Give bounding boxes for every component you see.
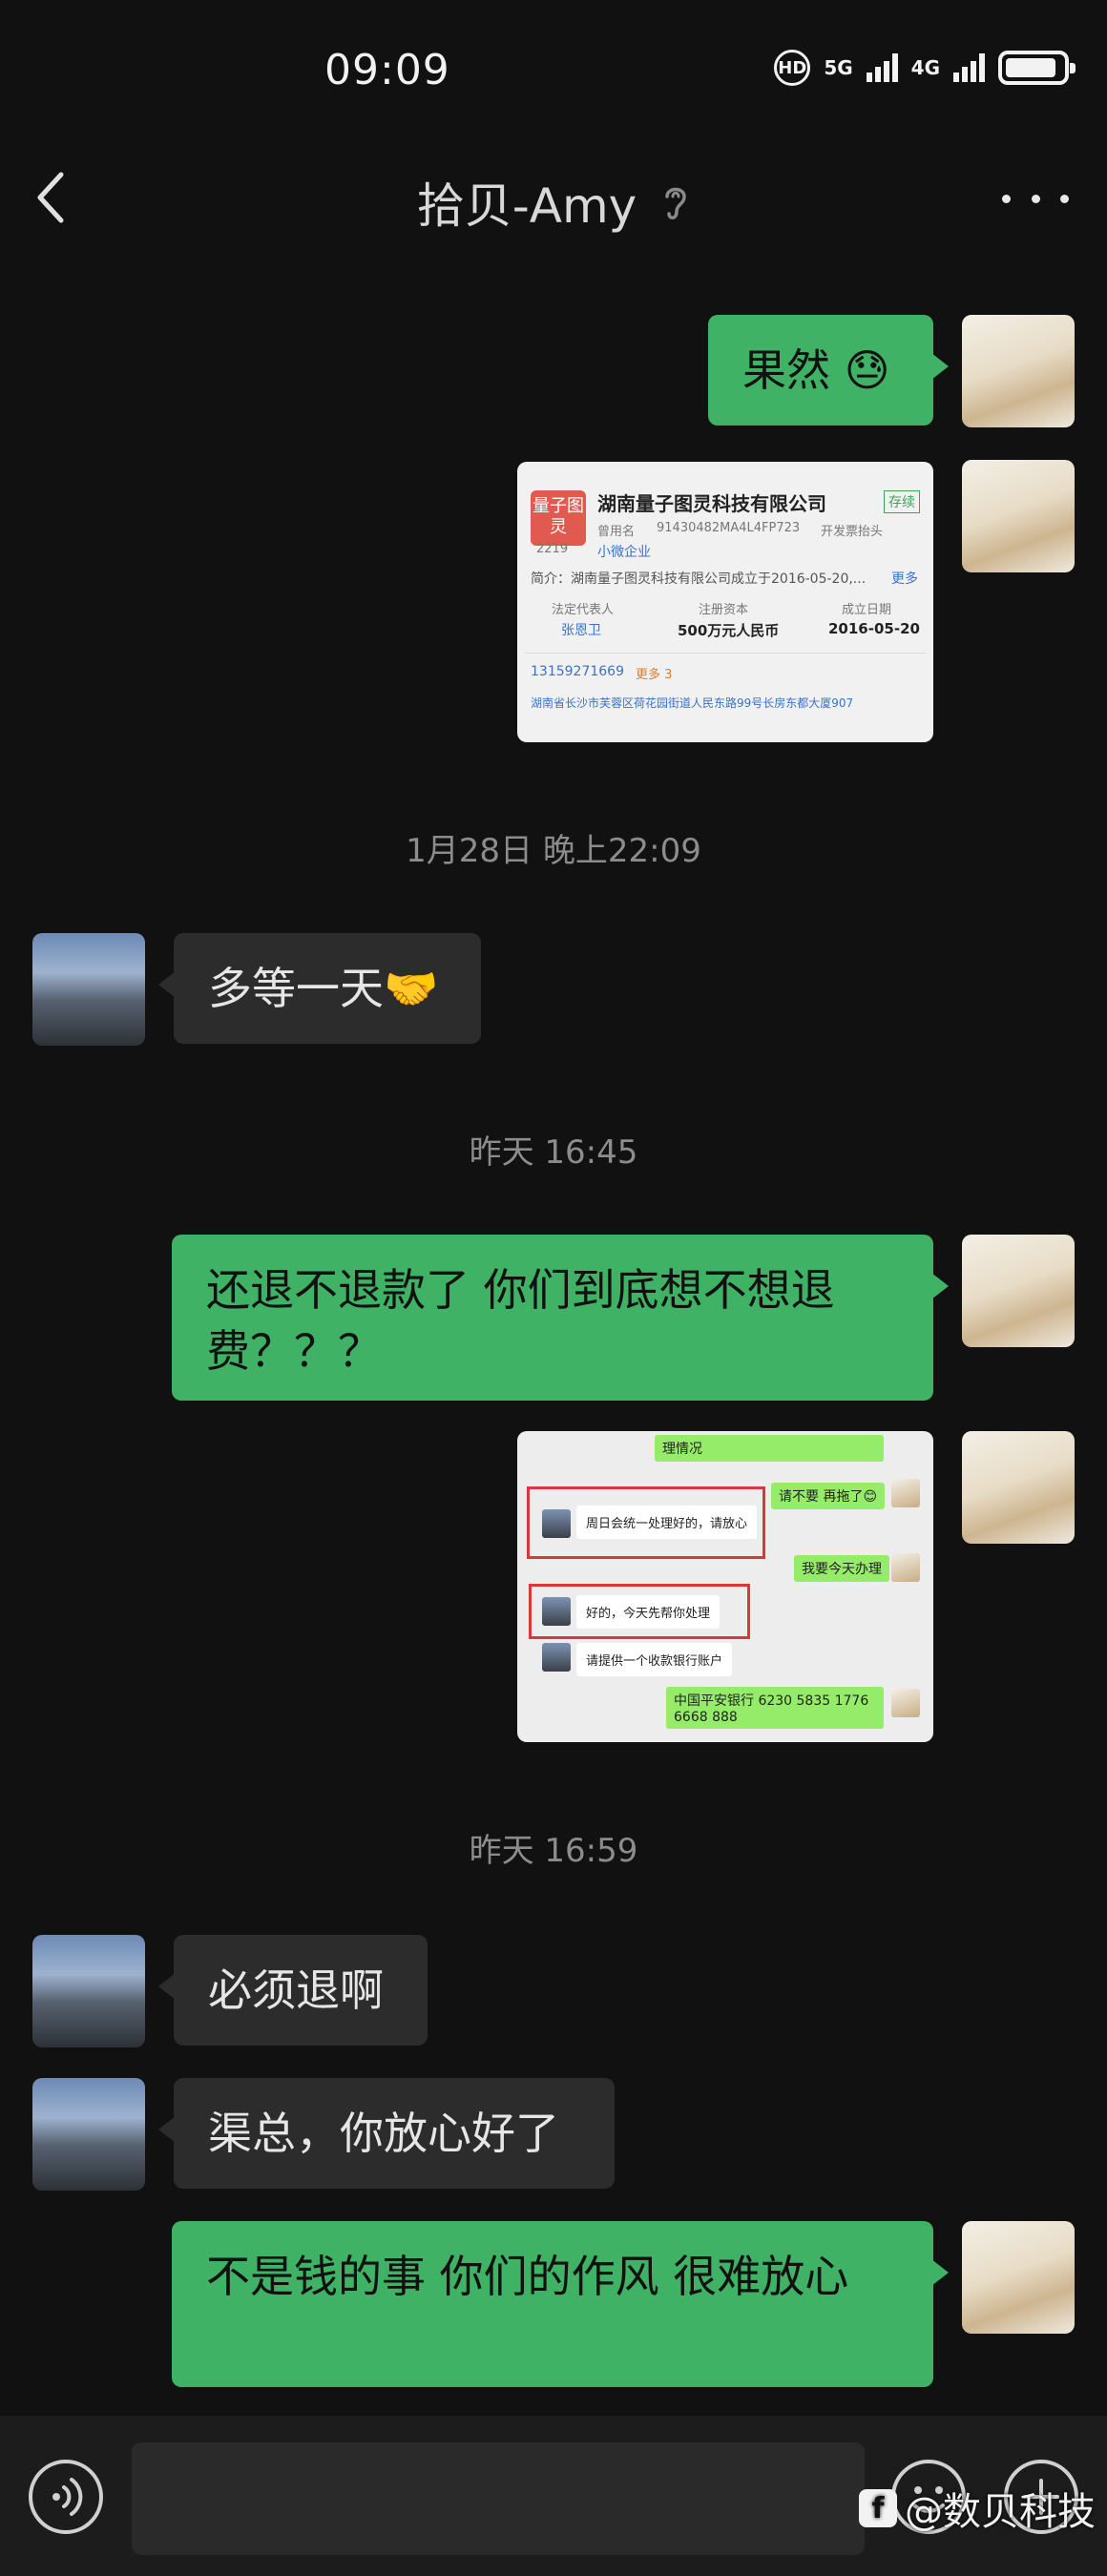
message-bubble-received[interactable]: 必须退啊 [158,1935,428,2046]
dot-icon [1031,194,1040,203]
shot-message: 好的，今天先帮你处理 [576,1595,721,1629]
signal-5g-icon [866,53,898,82]
shot-message: 中国平安银行 6230 5835 1776 6668 888 [666,1687,884,1729]
signal-4g-icon [953,53,985,82]
more-options-button[interactable] [1002,179,1069,218]
col-head-legal: 法定代表人 [552,603,615,617]
shot-avatar [542,1643,571,1672]
voice-input-button[interactable] [29,2460,103,2534]
shot-avatar [542,1509,571,1538]
image-company-card[interactable]: 量子图灵 湖南量子图灵科技有限公司 存续 曾用名 91430482MA4L4FP… [517,462,933,742]
capital: 500万元人民币 [678,622,780,639]
avatar-contact[interactable] [32,2078,145,2191]
company-phone: 13159271669 [531,664,624,679]
shot-message: 我要今天办理 [794,1555,889,1582]
avatar-self[interactable] [962,460,1075,572]
timestamp: 昨天 16:45 [469,1133,638,1172]
hd-call-icon: HD [774,50,811,86]
credit-code: 91430482MA4L4FP723 [657,521,801,535]
shot-message: 周日会统一处理好的，请放心 [576,1506,758,1539]
shot-avatar [891,1479,920,1507]
avatar-self[interactable] [962,315,1075,427]
found-date: 2016-05-20 [828,620,920,637]
company-address: 湖南省长沙市芙蓉区荷花园街道人民东路99号长房东都大厦907 [531,696,854,710]
meta-former-name: 曾用名 [597,525,636,539]
phone-more: 更多 3 [636,668,673,682]
shot-message: 请提供一个收款银行账户 [576,1643,733,1676]
meta-invoice: 开发票抬头 [821,525,884,539]
company-intro: 简介：湖南量子图灵科技有限公司成立于2016-05-20,... [531,571,867,587]
status-icons: HD 5G 4G [774,50,1076,86]
message-bubble-received[interactable]: 渠总，你放心好了 [158,2078,615,2189]
watermark: f @数贝科技 [859,2481,1096,2536]
company-logo: 量子图灵 [531,490,586,546]
avatar-self[interactable] [962,2221,1075,2334]
legal-rep: 张恩卫 [561,623,601,638]
message-bubble-sent[interactable]: 不是钱的事 你们的作风 很难放心 [172,2221,949,2387]
ear-icon [665,187,687,219]
view-count: 2219 [536,542,569,556]
col-head-date: 成立日期 [842,603,892,617]
avatar-contact[interactable] [32,1935,145,2047]
company-name: 湖南量子图灵科技有限公司 [597,492,826,515]
image-chat-screenshot[interactable]: 理情况 请不要 再拖了😊 周日会统一处理好的，请放心 我要今天办理 好的，今天先… [517,1431,933,1742]
message-bubble-sent[interactable]: 还退不退款了 你们到底想不想退费？？？ [172,1235,949,1401]
chat-title: 拾贝-Amy [416,178,637,234]
shot-message: 请不要 再拖了😊 [771,1483,886,1509]
message-input[interactable] [132,2442,865,2555]
network-4g-label: 4G [910,56,940,79]
shot-avatar [891,1553,920,1582]
voice-icon [52,2478,83,2516]
shot-avatar [891,1689,920,1717]
timestamp: 1月28日 晚上22:09 [406,832,701,870]
dot-icon [1060,194,1069,203]
shot-avatar [542,1597,571,1626]
watermark-text: @数贝科技 [905,2490,1096,2534]
dot-icon [1002,194,1011,203]
message-bubble-sent[interactable]: 果然 😓 [708,315,949,426]
platform-logo-icon: f [859,2489,897,2527]
col-head-capital: 注册资本 [699,603,749,617]
status-time: 09:09 [324,46,450,94]
message-bubble-received[interactable]: 多等一天🤝 [158,933,481,1044]
battery-icon [998,51,1076,85]
status-badge: 存续 [884,490,920,513]
company-tag: 小微企业 [597,545,651,560]
shot-message: 理情况 [655,1435,884,1462]
avatar-self[interactable] [962,1235,1075,1347]
intro-more-link: 更多 [891,571,918,587]
avatar-contact[interactable] [32,933,145,1046]
avatar-self[interactable] [962,1431,1075,1544]
chat-title-bar: 拾贝-Amy [0,168,1107,237]
timestamp: 昨天 16:59 [469,1832,638,1870]
network-5g-label: 5G [824,56,853,79]
